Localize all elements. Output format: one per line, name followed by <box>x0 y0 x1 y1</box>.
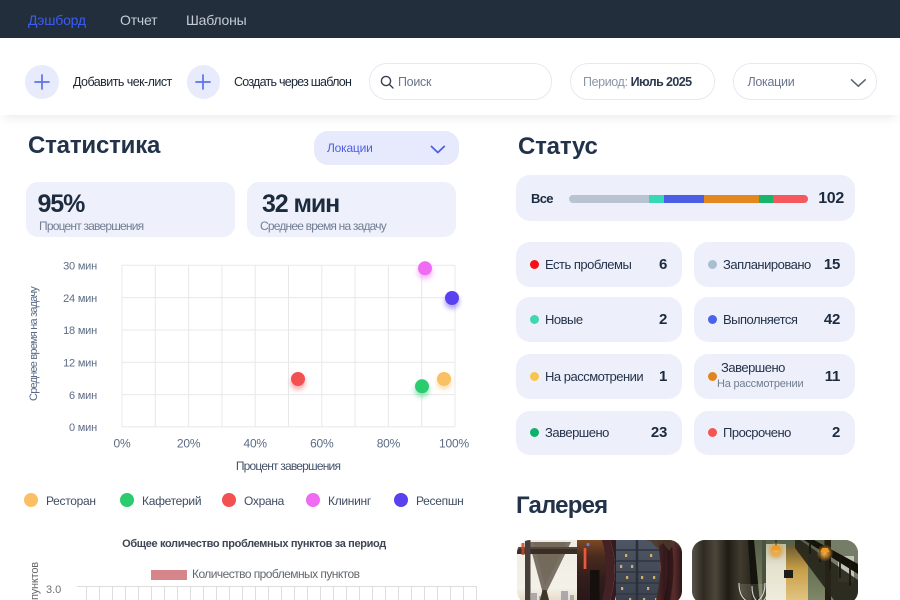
svg-text:40%: 40% <box>243 437 267 451</box>
svg-text:60%: 60% <box>310 437 334 451</box>
svg-text:Процент завершения: Процент завершения <box>236 459 341 473</box>
svg-text:30 мин: 30 мин <box>63 261 97 273</box>
svg-text:6 мин: 6 мин <box>69 390 97 402</box>
svg-text:0%: 0% <box>114 437 131 451</box>
svg-text:Среднее время на задачу: Среднее время на задачу <box>28 286 40 401</box>
svg-text:18 мин: 18 мин <box>63 325 97 337</box>
svg-text:80%: 80% <box>377 437 401 451</box>
svg-text:24 мин: 24 мин <box>63 293 97 305</box>
svg-text:0 мин: 0 мин <box>69 422 97 434</box>
svg-text:12 мин: 12 мин <box>63 358 97 370</box>
svg-text:100%: 100% <box>439 437 469 451</box>
svg-text:20%: 20% <box>177 437 201 451</box>
